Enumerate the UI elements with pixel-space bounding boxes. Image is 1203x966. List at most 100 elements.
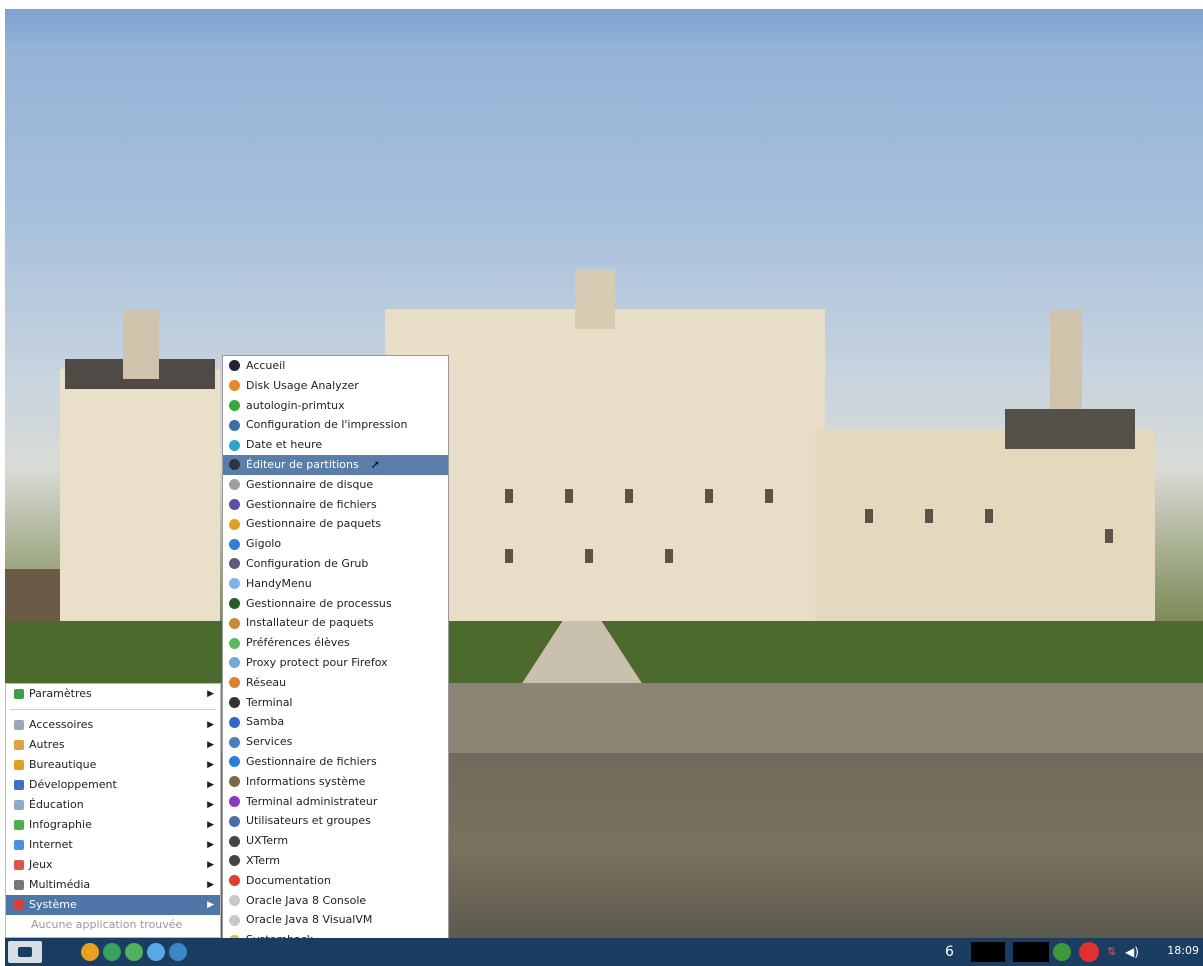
submenu-item[interactable]: Utilisateurs et groupes: [223, 811, 448, 831]
submenu-item[interactable]: UXTerm: [223, 831, 448, 851]
menu-category-settings[interactable]: Paramètres ▶: [6, 684, 220, 704]
submenu-item[interactable]: autologin-primtux: [223, 396, 448, 416]
chevron-right-icon: ▶: [207, 689, 214, 699]
submenu-item[interactable]: Informations système: [223, 772, 448, 792]
submenu-item[interactable]: Configuration de l'impression: [223, 415, 448, 435]
menu-category-other[interactable]: Autres ▶: [6, 735, 220, 755]
submenu-item[interactable]: Disk Usage Analyzer: [223, 376, 448, 396]
chevron-right-icon: ▶: [207, 820, 214, 830]
submenu-item[interactable]: Accueil: [223, 356, 448, 376]
settings-icon: [14, 689, 24, 699]
submenu-item[interactable]: Terminal: [223, 693, 448, 713]
submenu-item[interactable]: Préférences élèves: [223, 633, 448, 653]
menu-category-accessories[interactable]: Accessoires ▶: [6, 715, 220, 735]
app-icon: [229, 419, 240, 431]
app-icon: [229, 518, 240, 530]
submenu-item-label: Configuration de Grub: [246, 556, 369, 570]
menu-category-label: Éducation: [29, 798, 84, 811]
app-icon: [229, 657, 240, 669]
taskbar: 6 ⇅ ◀) 18:09: [5, 938, 1203, 966]
submenu-item[interactable]: Terminal administrateur: [223, 792, 448, 812]
submenu-item-label: Réseau: [246, 675, 287, 689]
submenu-item[interactable]: XTerm: [223, 851, 448, 871]
menu-category-label: Paramètres: [29, 687, 92, 700]
app-icon: [229, 875, 240, 887]
submenu-item-label: Gestionnaire de paquets: [246, 517, 382, 531]
files-icon[interactable]: [81, 943, 99, 961]
cpu-icon[interactable]: 6: [945, 942, 963, 962]
wallpaper-trees: [5, 569, 60, 621]
clock[interactable]: 18:09: [1167, 944, 1199, 957]
dollar-icon[interactable]: [103, 943, 121, 961]
menu-category-office[interactable]: Bureautique ▶: [6, 755, 220, 775]
app-icon: [229, 696, 240, 708]
menu-category-development[interactable]: Développement ▶: [6, 775, 220, 795]
submenu-item-label: Oracle Java 8 VisualVM: [246, 913, 373, 927]
submenu-item[interactable]: Gestionnaire de fichiers: [223, 752, 448, 772]
submenu-item[interactable]: Date et heure: [223, 435, 448, 455]
multimedia-icon: [14, 880, 24, 890]
submenu-item[interactable]: Oracle Java 8 VisualVM: [223, 910, 448, 930]
submenu-item-label: UXTerm: [246, 834, 289, 848]
wallpaper-window: [565, 489, 573, 503]
submenu-item-label: Informations système: [246, 774, 366, 788]
menu-category-label: Développement: [29, 778, 117, 791]
application-menu: Paramètres ▶ Accessoires ▶ Autres ▶ Bureautiqu…: [5, 683, 221, 938]
menu-category-games[interactable]: Jeux ▶: [6, 855, 220, 875]
browser-icon[interactable]: [147, 943, 165, 961]
volume-icon[interactable]: ◀): [1125, 942, 1143, 962]
menu-category-system[interactable]: Système ▶: [6, 895, 220, 915]
submenu-item-label: Terminal: [246, 695, 293, 709]
submenu-item-label: Gestionnaire de processus: [246, 596, 392, 610]
app-icon: [229, 815, 240, 827]
submenu-item[interactable]: Configuration de Grub: [223, 554, 448, 574]
menu-category-multimedia[interactable]: Multimédia ▶: [6, 875, 220, 895]
submenu-item-label: Accueil: [246, 359, 286, 372]
chevron-right-icon: ▶: [207, 780, 214, 790]
wallpaper-window: [665, 549, 673, 563]
menu-category-graphics[interactable]: Infographie ▶: [6, 815, 220, 835]
submenu-item[interactable]: Gestionnaire de paquets: [223, 514, 448, 534]
submenu-item[interactable]: Gestionnaire de disque: [223, 475, 448, 495]
chevron-right-icon: ▶: [207, 860, 214, 870]
submenu-item[interactable]: HandyMenu: [223, 574, 448, 594]
submenu-item[interactable]: Gestionnaire de fichiers: [223, 495, 448, 515]
app-icon: [229, 439, 240, 451]
globe-icon[interactable]: [169, 943, 187, 961]
menu-category-internet[interactable]: Internet ▶: [6, 835, 220, 855]
wallpaper-window: [705, 489, 713, 503]
system-submenu: Accueil Disk Usage Analyzer autologin-prim…: [222, 355, 449, 966]
app-icon: [229, 498, 240, 510]
wallpaper-castle-left-wing: [60, 369, 220, 629]
wallpaper-window: [925, 509, 933, 523]
submenu-item[interactable]: Samba: [223, 712, 448, 732]
chevron-right-icon: ▶: [207, 800, 214, 810]
submenu-item[interactable]: Réseau: [223, 673, 448, 693]
submenu-item[interactable]: Éditeur de partitions ➚: [223, 454, 448, 475]
submenu-item-label: Disk Usage Analyzer: [246, 378, 359, 392]
menu-category-label: Accessoires: [29, 718, 94, 731]
app-icon: [229, 597, 240, 609]
menu-category-education[interactable]: Éducation ▶: [6, 795, 220, 815]
wallpaper-window: [985, 509, 993, 523]
submenu-item[interactable]: Gestionnaire de processus: [223, 594, 448, 614]
app-icon: [229, 776, 240, 788]
submenu-item[interactable]: Oracle Java 8 Console: [223, 891, 448, 911]
network-icon[interactable]: [1053, 943, 1071, 961]
chevron-right-icon: ▶: [207, 840, 214, 850]
submenu-item[interactable]: Documentation: [223, 871, 448, 891]
submenu-item-label: autologin-primtux: [246, 398, 345, 412]
power-icon[interactable]: [1079, 942, 1099, 962]
menu-button[interactable]: [8, 941, 42, 963]
menu-icon: [18, 947, 32, 957]
chevron-right-icon: ▶: [207, 760, 214, 770]
submenu-item-label: Gestionnaire de fichiers: [246, 754, 377, 768]
submenu-item[interactable]: Services: [223, 732, 448, 752]
terminal-icon[interactable]: [125, 943, 143, 961]
system-icon: [14, 900, 24, 910]
submenu-item[interactable]: Gigolo: [223, 534, 448, 554]
submenu-item[interactable]: Proxy protect pour Firefox: [223, 653, 448, 673]
submenu-item[interactable]: Installateur de paquets: [223, 613, 448, 633]
submenu-item-label: Utilisateurs et groupes: [246, 814, 371, 828]
wallpaper-castle-right-wing: [815, 429, 1155, 629]
